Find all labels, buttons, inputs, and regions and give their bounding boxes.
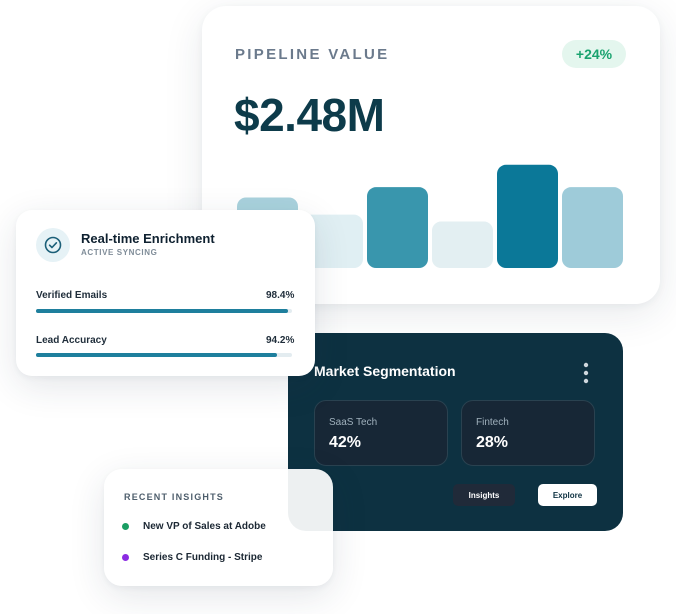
recent-insights-title: RECENT INSIGHTS xyxy=(124,492,225,502)
pipeline-bar xyxy=(562,187,623,268)
pipeline-bar xyxy=(367,187,428,268)
metric-label-lead-accuracy: Lead Accuracy xyxy=(36,335,107,346)
lead-accuracy-progress-fill xyxy=(36,353,278,357)
explore-button[interactable]: Explore xyxy=(538,484,597,506)
pipeline-bar xyxy=(497,164,558,268)
lead-accuracy-progress xyxy=(36,353,292,357)
insight-text: New VP of Sales at Adobe xyxy=(143,521,266,532)
insights-button[interactable]: Insights xyxy=(453,484,515,506)
segment-value: 42% xyxy=(329,434,362,451)
insight-text: Series C Funding - Stripe xyxy=(143,552,263,563)
metric-value-verified-emails: 98.4% xyxy=(266,290,295,301)
segment-saas-tech[interactable]: SaaS Tech 42% xyxy=(314,400,448,466)
metric-value-lead-accuracy: 94.2% xyxy=(266,335,295,346)
recent-insights-card: RECENT INSIGHTS New VP of Sales at Adobe… xyxy=(104,469,333,586)
metric-label-verified-emails: Verified Emails xyxy=(36,290,108,301)
segment-value: 28% xyxy=(476,434,509,451)
enrichment-title: Real-time Enrichment xyxy=(81,231,215,246)
segment-fintech[interactable]: Fintech 28% xyxy=(461,400,595,466)
verified-emails-progress-fill xyxy=(36,309,288,313)
enrichment-status: ACTIVE SYNCING xyxy=(81,248,158,257)
enrichment-card: Real-time Enrichment ACTIVE SYNCING Veri… xyxy=(16,210,315,376)
segment-label: SaaS Tech xyxy=(329,417,378,428)
check-circle-icon xyxy=(36,228,70,262)
market-title: Market Segmentation xyxy=(314,363,456,379)
verified-emails-progress xyxy=(36,309,292,313)
status-dot xyxy=(122,523,129,530)
insight-item[interactable]: New VP of Sales at Adobe xyxy=(122,521,266,532)
more-vertical-icon[interactable] xyxy=(577,361,595,385)
market-segmentation-card: Market Segmentation SaaS Tech 42% Fintec… xyxy=(288,333,623,531)
segment-label: Fintech xyxy=(476,417,509,428)
pipeline-bar xyxy=(432,221,493,268)
insight-item[interactable]: Series C Funding - Stripe xyxy=(122,552,262,563)
status-dot xyxy=(122,554,129,561)
